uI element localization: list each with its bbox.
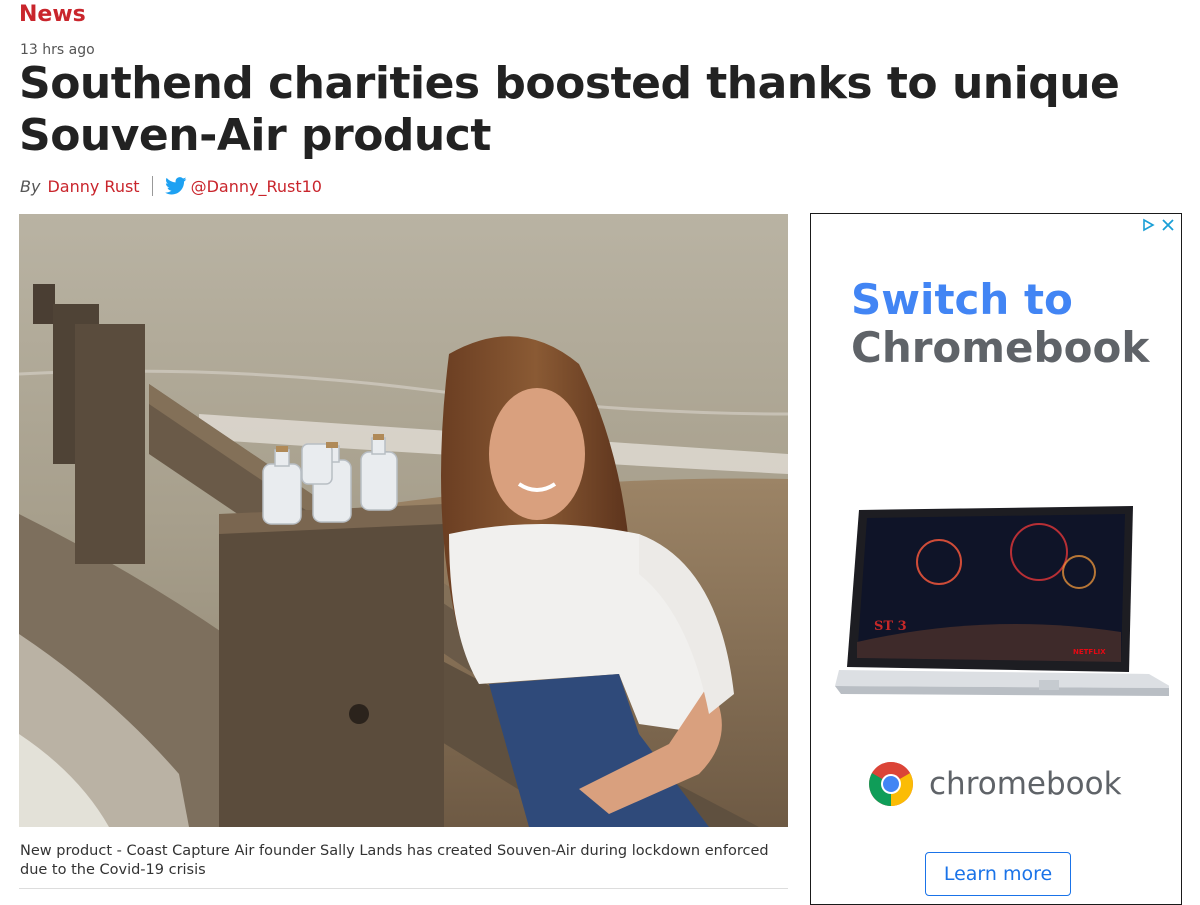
ad-close-icon[interactable]	[1161, 218, 1175, 232]
image-caption: New product - Coast Capture Air founder …	[20, 843, 769, 878]
publish-time: 13 hrs ago	[20, 42, 95, 58]
section-link-news[interactable]: News	[19, 2, 86, 27]
svg-text:ST 3: ST 3	[874, 619, 907, 634]
adchoices-icon[interactable]	[1141, 218, 1155, 232]
caption-divider	[19, 888, 788, 889]
byline-divider	[151, 176, 153, 196]
learn-more-button[interactable]: Learn more	[925, 852, 1071, 896]
laptop-image: ST 3 NETFLIX	[835, 506, 1169, 696]
brand-name: chromebook	[929, 766, 1122, 802]
chrome-icon	[869, 762, 913, 806]
ad-headline-line1: Switch to	[851, 275, 1073, 324]
author-link[interactable]: Danny Rust	[47, 177, 139, 196]
twitter-handle-link[interactable]: @Danny_Rust10	[191, 177, 322, 196]
chromebook-brand: chromebook	[867, 760, 1122, 808]
article-title: Southend charities boosted thanks to uni…	[19, 58, 1120, 161]
netflix-logo: NETFLIX	[1073, 648, 1106, 656]
byline-prefix: By	[20, 176, 41, 196]
ad-headline[interactable]: Switch to Chromebook	[851, 276, 1171, 372]
ad-choices	[1141, 218, 1175, 232]
ad-headline-line2: Chromebook	[851, 323, 1150, 372]
byline: By Danny Rust @Danny_Rust10	[20, 176, 322, 196]
article-photo[interactable]	[19, 214, 788, 827]
twitter-icon[interactable]	[164, 177, 187, 195]
chromebook-ad[interactable]: Switch to Chromebook ST 3 NETFLIX chrome…	[810, 213, 1182, 905]
